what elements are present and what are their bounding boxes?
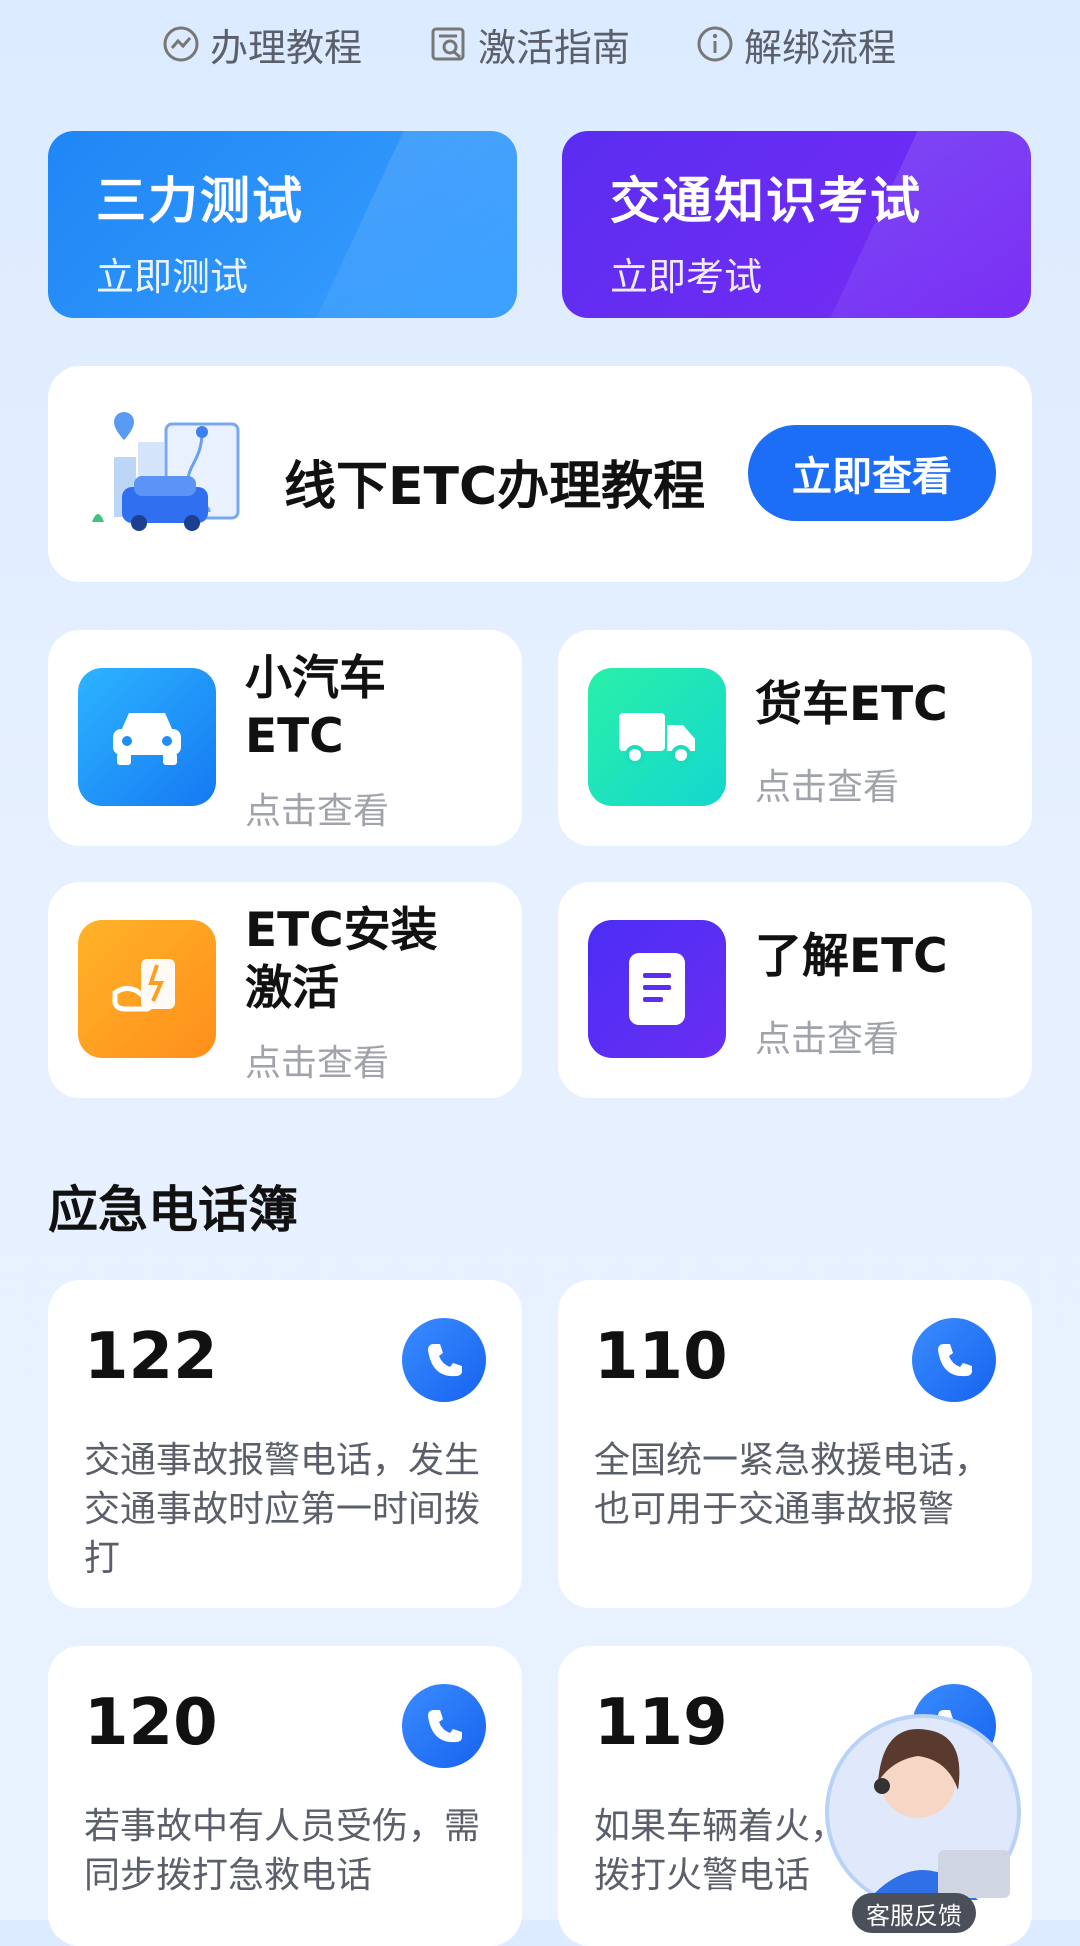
tile-sub: 点击查看: [245, 791, 390, 832]
banner-subtitle: 立即测试: [96, 255, 249, 299]
truck-etc-tile[interactable]: 货车ETC 点击查看: [558, 630, 1032, 846]
top-link-label: 解绑流程: [744, 25, 897, 70]
emergency-card-110[interactable]: 110 全国统一紧急救援电话，也可用于交通事故报警: [558, 1280, 1032, 1608]
emergency-title: 应急电话簿: [48, 1181, 298, 1239]
install-hand-icon: [112, 959, 175, 1012]
phone-icon: [428, 1710, 462, 1743]
phone-call-button[interactable]: [402, 1318, 486, 1402]
learn-etc-tile[interactable]: 了解ETC 点击查看: [558, 882, 1032, 1098]
info-circle-icon: [696, 25, 734, 63]
customer-feedback-label[interactable]: 客服反馈: [852, 1893, 976, 1933]
customer-service-avatar[interactable]: [818, 1700, 1028, 1920]
phone-call-button[interactable]: [912, 1318, 996, 1402]
banner-title: 交通知识考试: [610, 172, 922, 230]
top-link-unbind[interactable]: 解绑流程: [696, 14, 896, 74]
truck-icon-box: [588, 668, 726, 806]
emergency-desc: 交通事故报警电话，发生交通事故时应第一时间拨打: [84, 1440, 481, 1579]
phone-icon: [428, 1344, 462, 1377]
emergency-desc: 全国统一紧急救援电话，也可用于交通事故报警: [594, 1440, 991, 1530]
top-link-tutorial[interactable]: 办理教程: [162, 14, 362, 74]
emergency-number: 120: [84, 1686, 218, 1760]
tile-title: ETC安装: [245, 903, 438, 958]
traffic-exam-banner[interactable]: 交通知识考试 立即考试: [562, 131, 1031, 318]
tile-sub: 点击查看: [755, 1019, 900, 1060]
map-car-illustration: [84, 412, 248, 536]
truck-icon: [619, 713, 695, 765]
emergency-number: 110: [594, 1320, 728, 1394]
emergency-number: 119: [594, 1686, 728, 1760]
emergency-desc: 若事故中有人员受伤，需同步拨打急救电话: [84, 1806, 481, 1896]
car-icon-box: [78, 668, 216, 806]
emergency-number: 122: [84, 1320, 218, 1394]
tile-title: 了解ETC: [755, 929, 948, 984]
install-icon-box: [78, 920, 216, 1058]
etc-tutorial-title: 线下ETC办理教程: [284, 457, 706, 517]
car-etc-tile[interactable]: 小汽车 ETC 点击查看: [48, 630, 522, 846]
doc-search-icon: [430, 25, 468, 63]
document-icon: [629, 953, 685, 1025]
banner-title: 三力测试: [96, 172, 304, 230]
car-icon: [113, 713, 181, 765]
top-link-label: 办理教程: [210, 25, 363, 70]
three-ability-test-banner[interactable]: 三力测试 立即测试: [48, 131, 517, 318]
emergency-desc: 如果车辆着火，拨打火警电话: [594, 1806, 847, 1896]
tile-sub: 点击查看: [755, 767, 900, 808]
tile-title-2: ETC: [245, 709, 344, 764]
top-link-label: 激活指南: [478, 25, 631, 70]
tile-title: 小汽车: [245, 651, 386, 706]
banner-subtitle: 立即考试: [610, 255, 763, 299]
etc-install-tile[interactable]: ETC安装 激活 点击查看: [48, 882, 522, 1098]
phone-call-button[interactable]: [402, 1684, 486, 1768]
tile-sub: 点击查看: [245, 1043, 390, 1084]
top-link-activation[interactable]: 激活指南: [430, 14, 630, 74]
emergency-card-122[interactable]: 122 交通事故报警电话，发生交通事故时应第一时间拨打: [48, 1280, 522, 1608]
etc-tutorial-card[interactable]: 线下ETC办理教程 立即查看: [48, 366, 1032, 582]
view-now-button[interactable]: 立即查看: [748, 425, 996, 521]
emergency-card-120[interactable]: 120 若事故中有人员受伤，需同步拨打急救电话: [48, 1646, 522, 1946]
phone-icon: [938, 1344, 972, 1377]
document-icon-box: [588, 920, 726, 1058]
tile-title: 货车ETC: [755, 677, 948, 732]
trend-circle-icon: [162, 25, 200, 63]
tile-title-2: 激活: [245, 961, 339, 1016]
